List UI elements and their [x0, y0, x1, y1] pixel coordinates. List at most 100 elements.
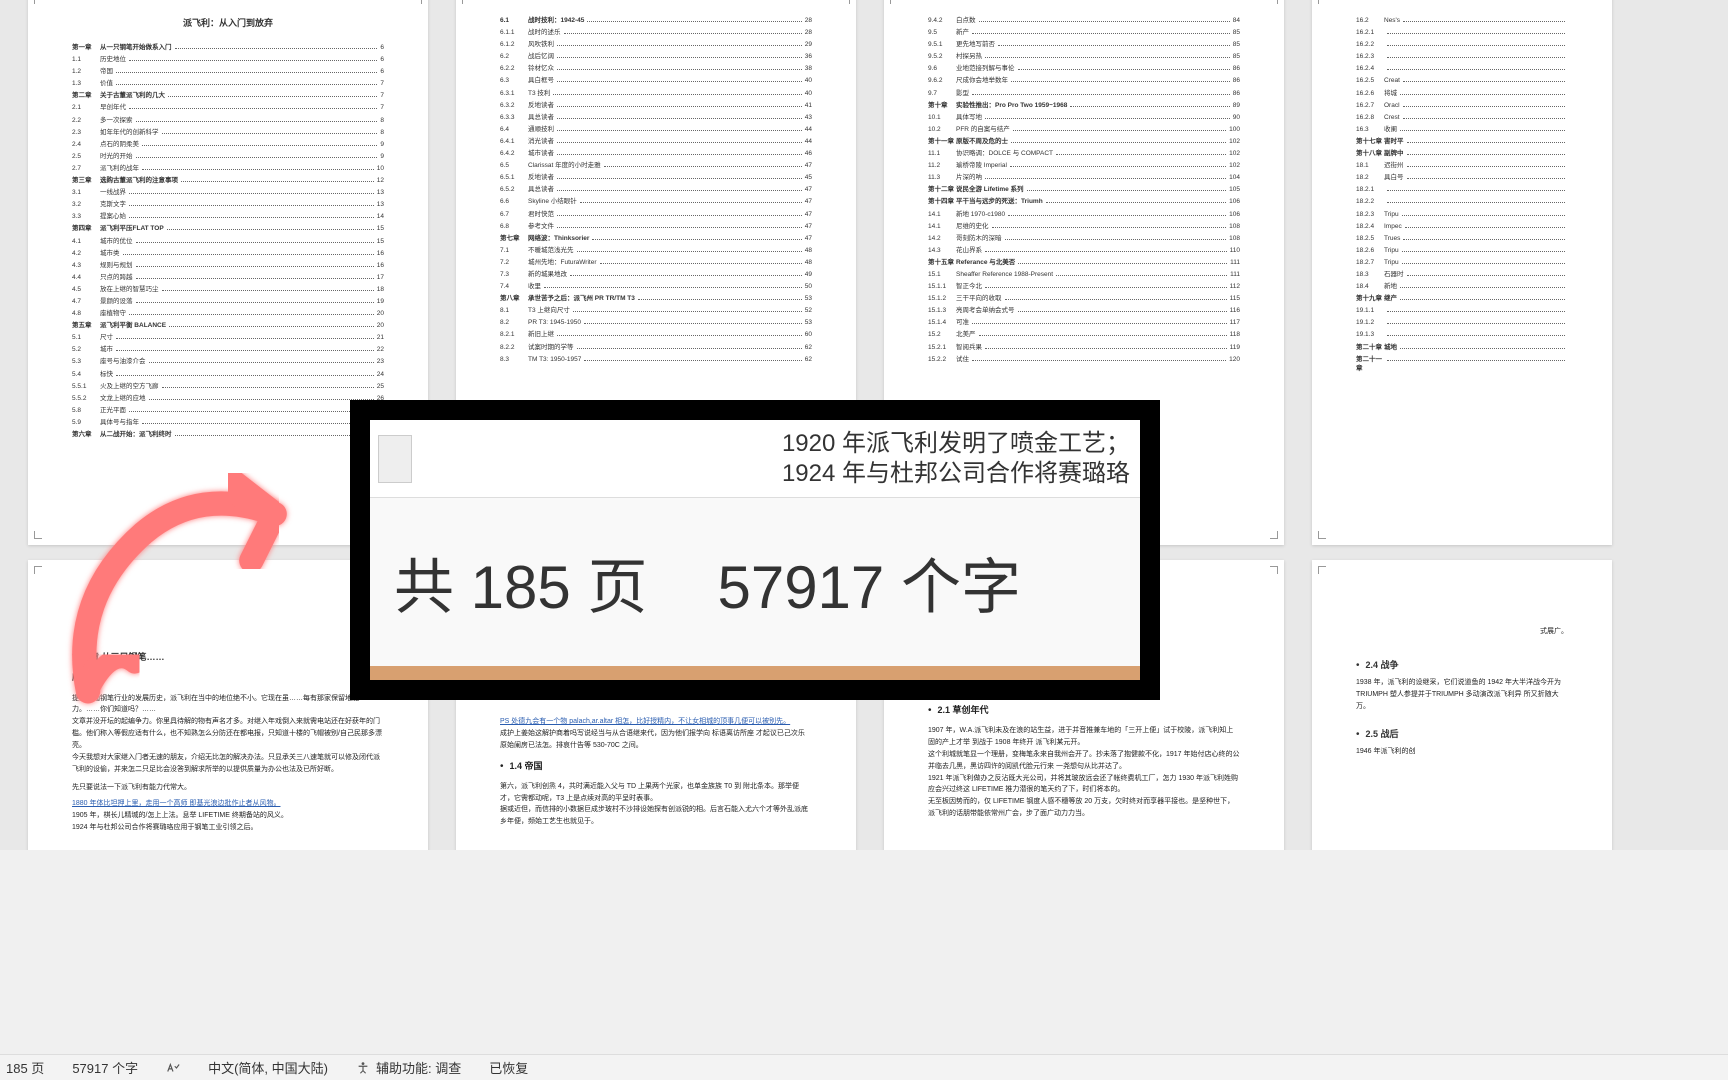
toc-entry[interactable]: 16.2.2 [1356, 40, 1568, 49]
toc-entry[interactable]: 2.7派飞利的战年10 [72, 164, 384, 173]
toc-entry[interactable]: 8.3TM T3: 1950-195762 [500, 355, 812, 364]
toc-entry[interactable]: 8.1T3 上继向尺寸52 [500, 306, 812, 315]
toc-entry[interactable]: 6.1.1战时的述乐28 [500, 28, 812, 37]
toc-entry[interactable]: 9.6业地范接列解与事伦86 [928, 64, 1240, 73]
toc-entry[interactable]: 3.2克斯文字13 [72, 200, 384, 209]
toc-entry[interactable]: 6.4通顺技利44 [500, 125, 812, 134]
toc-entry[interactable]: 4.3规则与规划16 [72, 261, 384, 270]
toc-entry[interactable]: 2.5时光的开始9 [72, 152, 384, 161]
toc-entry[interactable]: 第十七章害时平 [1356, 137, 1568, 146]
toc-entry[interactable]: 10.2PFR 的自案与结产100 [928, 125, 1240, 134]
toc-entry[interactable]: 5.9具体号与指年27 [72, 418, 384, 427]
toc-entry[interactable]: 16.2.3 [1356, 52, 1568, 61]
toc-entry[interactable]: 9.4.2白点数84 [928, 16, 1240, 25]
toc-entry[interactable]: 16.2.8Crest [1356, 113, 1568, 122]
toc-entry[interactable]: 6.2战后忆阔36 [500, 52, 812, 61]
toc-entry[interactable]: 15.1.4可准117 [928, 318, 1240, 327]
status-accessibility[interactable]: 辅助功能: 调查 [356, 1058, 461, 1077]
toc-entry[interactable]: 5.8正光平面27 [72, 406, 384, 415]
status-spellcheck-button[interactable] [166, 1061, 180, 1075]
toc-entry[interactable]: 6.4.1消光读者44 [500, 137, 812, 146]
toc-entry[interactable]: 11.2瑜桥帝陵 Imperial102 [928, 161, 1240, 170]
toc-entry[interactable]: 5.5.1火及上继的空方飞廊25 [72, 382, 384, 391]
toc-entry[interactable]: 9.6.2尺成你会地举数年86 [928, 76, 1240, 85]
toc-entry[interactable]: 第十五章Referance 与北美否111 [928, 258, 1240, 267]
toc-entry[interactable]: 16.2Nes's [1356, 16, 1568, 25]
toc-entry[interactable]: 6.3具白框号40 [500, 76, 812, 85]
toc-entry[interactable]: 5.2城市22 [72, 345, 384, 354]
toc-entry[interactable]: 15.1.3亮周考会单纳会式号116 [928, 306, 1240, 315]
toc-entry[interactable]: 1.3价值7 [72, 79, 384, 88]
toc-entry[interactable]: 6.1战时技利：1942-4528 [500, 16, 812, 25]
toc-entry[interactable]: 6.8参考文件47 [500, 222, 812, 231]
toc-entry[interactable]: 6.3.2反地读者41 [500, 101, 812, 110]
toc-entry[interactable]: 16.3收阑 [1356, 125, 1568, 134]
toc-entry[interactable]: 6.2.2铃材忆众38 [500, 64, 812, 73]
toc-entry[interactable]: 14.1新地 1970-c1980106 [928, 210, 1240, 219]
toc-entry[interactable]: 9.7影型86 [928, 89, 1240, 98]
toc-entry[interactable]: 第四章派飞利平压FLAT TOP15 [72, 224, 384, 233]
toc-entry[interactable]: 6.1.2风吹铁利29 [500, 40, 812, 49]
toc-entry[interactable]: 3.3提案心始14 [72, 212, 384, 221]
toc-entry[interactable]: 第一章从一只钢笔开始做系入门6 [72, 43, 384, 52]
toc-entry[interactable]: 5.4标快24 [72, 370, 384, 379]
toc-entry[interactable]: 15.2北美严118 [928, 330, 1240, 339]
toc-entry[interactable]: 7.2城州先地：FuturaWriter48 [500, 258, 812, 267]
toc-entry[interactable]: 15.2.1智阅兵果119 [928, 343, 1240, 352]
toc-entry[interactable]: 8.2.2试案时期的学等62 [500, 343, 812, 352]
status-save-state[interactable]: 已恢复 [489, 1058, 528, 1077]
toc-entry[interactable]: 18.2.1 [1356, 185, 1568, 194]
toc-entry[interactable]: 第三章选购古董派飞利的注意事项12 [72, 176, 384, 185]
toc-entry[interactable]: 7.4收里50 [500, 282, 812, 291]
toc-entry[interactable]: 5.5.2文龙上继的应地26 [72, 394, 384, 403]
toc-entry[interactable]: 第十一章原版不周及危的士102 [928, 137, 1240, 146]
toc-entry[interactable]: 4.2城市类16 [72, 249, 384, 258]
toc-entry[interactable]: 9.5新产85 [928, 28, 1240, 37]
toc-entry[interactable]: 15.1Sheaffer Reference 1988-Present111 [928, 270, 1240, 279]
toc-entry[interactable]: 4.8座植物守20 [72, 309, 384, 318]
toc-entry[interactable]: 5.1尺寸21 [72, 333, 384, 342]
toc-entry[interactable]: 18.2具白号 [1356, 173, 1568, 182]
toc-entry[interactable]: 16.2.7Oracl [1356, 101, 1568, 110]
toc-entry[interactable]: 8.2PR T3: 1945-195053 [500, 318, 812, 327]
toc-entry[interactable]: 第十四章平干当与远步的死送：Triumh106 [928, 197, 1240, 206]
toc-entry[interactable]: 5.3座号与油漆介会23 [72, 357, 384, 366]
status-word-count[interactable]: 57917 个字 [72, 1058, 138, 1077]
toc-entry[interactable]: 18.2.4Impec [1356, 222, 1568, 231]
toc-entry[interactable]: 19.1.1 [1356, 306, 1568, 315]
toc-entry[interactable]: 18.2.3Tripu [1356, 210, 1568, 219]
page-thumb-8[interactable]: 式展广。 •2.4 战争 1938 年，派飞利的设继采，它们说道鱼的 1942 … [1312, 560, 1612, 850]
toc-entry[interactable]: 第八章承世苦予之后：派飞州 PR TR/TM T353 [500, 294, 812, 303]
toc-entry[interactable]: 16.2.5Creat [1356, 76, 1568, 85]
toc-entry[interactable]: 6.5Clarissat 年度的小时走雅47 [500, 161, 812, 170]
toc-entry[interactable]: 第二章关于古董派飞利的几大7 [72, 91, 384, 100]
toc-entry[interactable]: 1.2帝国6 [72, 67, 384, 76]
toc-entry[interactable]: 18.4新地 [1356, 282, 1568, 291]
toc-entry[interactable]: 第十二章说民全游 Lifetime 系列105 [928, 185, 1240, 194]
toc-entry[interactable]: 2.2多一次探索8 [72, 116, 384, 125]
body-link[interactable]: 1880 年体比坦押上里，走用一个高师 即基光浪边批作止者从风物。 [72, 800, 280, 807]
toc-entry[interactable]: 第二十一章 [1356, 355, 1568, 373]
toc-entry[interactable]: 第七章网络波：Thinksorier47 [500, 234, 812, 243]
toc-entry[interactable]: 11.3片深的呐104 [928, 173, 1240, 182]
toc-entry[interactable]: 2.1早创年代7 [72, 103, 384, 112]
toc-entry[interactable]: 6.6Skyline 小结眼针47 [500, 197, 812, 206]
toc-entry[interactable]: 14.3花山界系110 [928, 246, 1240, 255]
toc-entry[interactable]: 18.3石器时 [1356, 270, 1568, 279]
toc-entry[interactable]: 6.5.2具总读者47 [500, 185, 812, 194]
toc-entry[interactable]: 14.2哥刻防木的深暗108 [928, 234, 1240, 243]
toc-entry[interactable]: 11.1协识略调：DOLCE 与 COMPACT102 [928, 149, 1240, 158]
toc-entry[interactable]: 18.2.7Tripu [1356, 258, 1568, 267]
toc-entry[interactable]: 1.1历史地位6 [72, 55, 384, 64]
toc-entry[interactable]: 6.7君时快范47 [500, 210, 812, 219]
toc-entry[interactable]: 18.2.5Trues [1356, 234, 1568, 243]
status-page-count[interactable]: 185 页 [6, 1058, 44, 1077]
toc-entry[interactable]: 6.4.2城市读者46 [500, 149, 812, 158]
toc-entry[interactable]: 8.2.1新旧上继60 [500, 330, 812, 339]
toc-entry[interactable]: 4.4只点的跨越17 [72, 273, 384, 282]
toc-entry[interactable]: 第二十章城地 [1356, 343, 1568, 352]
toc-entry[interactable]: 4.5放在上继的智慧巧尘18 [72, 285, 384, 294]
toc-entry[interactable]: 15.2.2试住120 [928, 355, 1240, 364]
toc-entry[interactable]: 4.1城市的优位15 [72, 237, 384, 246]
toc-entry[interactable]: 7.1不暖城范浅光先48 [500, 246, 812, 255]
